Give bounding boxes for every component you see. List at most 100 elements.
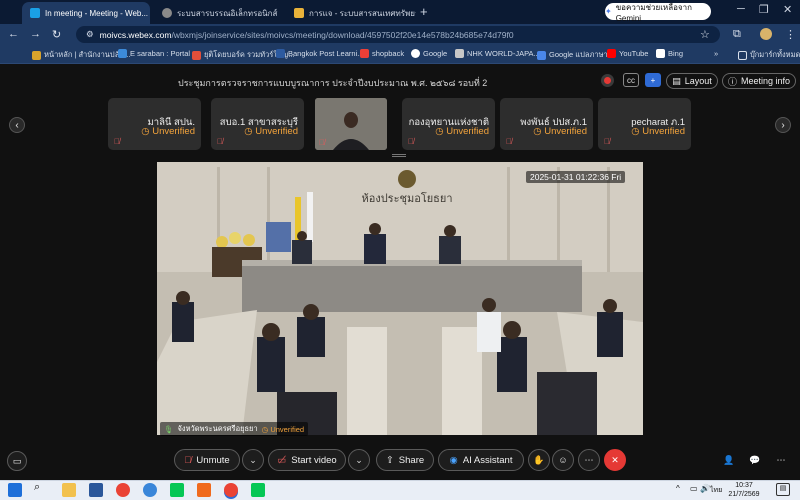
chrome-icon[interactable] — [224, 483, 238, 497]
profile-avatar[interactable] — [760, 28, 772, 40]
participant-tile[interactable]: สบอ.1 สาขาสระบุรี ◷ Unverified 🎙̸ — [211, 98, 304, 150]
muted-mic-icon: 🎙̸ — [319, 138, 325, 147]
video-options-chevron[interactable]: ⌄ — [348, 449, 370, 471]
muted-mic-icon: 🎙̸ — [604, 137, 610, 146]
participant-tile[interactable]: พงพันธ์ ปปส.ภ.1 ◷ Unverified 🎙̸ — [500, 98, 593, 150]
translate-icon — [537, 50, 546, 60]
file-explorer-icon[interactable] — [62, 483, 76, 497]
restore-icon[interactable]: ❐ — [759, 3, 769, 16]
reload-icon[interactable]: ↻ — [52, 28, 61, 41]
network-icon[interactable]: ▭ — [690, 484, 698, 493]
all-bookmarks[interactable]: บุ๊กมาร์กทั้งหมด — [738, 49, 800, 61]
muted-mic-icon: 🎙̸ — [506, 137, 512, 146]
captions-panel-icon[interactable]: ▭ — [7, 451, 27, 471]
minimize-icon[interactable]: ─ — [737, 3, 745, 15]
participant-tile[interactable]: มาลินี สปน. ◷ Unverified 🎙̸ — [108, 98, 201, 150]
bookmark-item[interactable]: shopback — [360, 49, 404, 58]
muted-mic-icon: 🎙̸ — [184, 454, 192, 466]
chrome-icon[interactable] — [116, 483, 130, 497]
bookmark-favicon — [360, 49, 369, 58]
share-button[interactable]: ⇪ Share — [376, 449, 434, 471]
menu-icon[interactable]: ⋮ — [785, 28, 796, 41]
bookmark-overflow-icon[interactable]: » — [714, 49, 718, 58]
window-close-icon[interactable]: ✕ — [783, 3, 792, 16]
unmute-label: Unmute — [196, 454, 230, 466]
more-panels-icon[interactable]: ⋯ — [770, 449, 792, 471]
bookmark-item[interactable]: E saraban : Portal — [118, 49, 190, 58]
url-host: moivcs.webex.com — [99, 29, 172, 40]
address-bar[interactable]: ⚙ moivcs.webex.com/wbxmjs/joinservice/si… — [76, 26, 720, 43]
layout-icon: ▤ — [672, 75, 681, 86]
bookmark-favicon — [656, 49, 665, 58]
forward-icon[interactable]: → — [30, 28, 41, 40]
chevron-down-icon: ⌄ — [355, 454, 363, 465]
back-icon[interactable]: ← — [8, 28, 19, 40]
tab-saraban[interactable]: ระบบสารบรรณอิเล็กทรอนิกส์ ✕ — [154, 2, 282, 24]
bookmark-item[interactable]: Google — [411, 49, 447, 58]
folder-icon — [738, 50, 747, 60]
word-icon[interactable] — [89, 483, 103, 497]
layout-button[interactable]: ▤ Layout — [666, 73, 718, 89]
bookmark-item[interactable]: YouTube — [607, 49, 648, 58]
language-indicator[interactable]: ไทย — [710, 485, 722, 496]
start-video-button[interactable]: ▭̸ Start video — [268, 449, 346, 471]
leave-meeting-button[interactable]: ✕ — [604, 449, 626, 471]
line-icon[interactable] — [170, 483, 184, 497]
start-icon[interactable] — [8, 483, 22, 497]
clock-date: 21/7/2569 — [728, 491, 760, 498]
participant-video-tile[interactable]: 🎙̸ — [315, 98, 387, 150]
previous-participants-button[interactable]: ‹ — [9, 117, 25, 133]
start-video-label: Start video — [291, 454, 337, 466]
add-participant-icon[interactable]: + — [645, 73, 661, 87]
bookmark-item[interactable]: Bing — [656, 49, 683, 58]
participant-status: ◷ Unverified — [631, 126, 685, 137]
app-icon[interactable] — [143, 483, 157, 497]
bookmark-item[interactable]: Google แปลภาษา — [537, 49, 608, 61]
gemini-button[interactable]: ✦ ขอความช่วยเหลือจาก Gemini — [605, 2, 711, 23]
raise-hand-button[interactable]: ✋ — [528, 449, 550, 471]
bookmark-item[interactable]: Bangkok Post Learni... — [276, 49, 363, 58]
share-label: Share — [398, 454, 425, 466]
clock[interactable]: 10:37 21/7/2569 — [726, 481, 762, 499]
participant-video — [315, 98, 387, 150]
extensions-icon[interactable]: ⧉ — [733, 28, 741, 41]
tab-webex-meeting[interactable]: In meeting - Meeting - Web... ✕ — [22, 2, 150, 24]
site-info-icon[interactable]: ⚙ — [86, 29, 94, 40]
tab-resources[interactable]: การแจ - ระบบสารสนเทศทรัพยากรบุ ✕ — [286, 2, 416, 24]
audio-options-chevron[interactable]: ⌄ — [242, 449, 264, 471]
line-icon[interactable] — [251, 483, 265, 497]
unmute-button[interactable]: 🎙̸ Unmute — [174, 449, 240, 471]
youtube-icon — [607, 49, 616, 58]
chevron-right-icon: › — [781, 119, 785, 131]
search-icon[interactable]: ⌕ — [34, 481, 48, 495]
more-options-button[interactable]: ⋯ — [578, 449, 600, 471]
notifications-icon[interactable]: ▤ — [776, 483, 790, 496]
new-tab-button[interactable]: + — [420, 4, 428, 19]
participant-status: ◷ Unverified — [533, 126, 587, 137]
hand-icon: ✋ — [533, 454, 545, 465]
ai-assistant-button[interactable]: ◉ AI Assistant — [438, 449, 524, 471]
app-icon[interactable] — [197, 483, 211, 497]
tray-chevron-icon[interactable]: ^ — [676, 484, 680, 493]
bookmark-favicon — [276, 49, 285, 58]
bookmark-item[interactable]: หน้าหลัก | สำนักงานปลัด... — [32, 49, 130, 61]
chevron-down-icon: ⌄ — [249, 454, 257, 465]
participants-panel-icon[interactable]: 👤 — [718, 449, 740, 471]
recording-icon[interactable] — [601, 74, 614, 87]
ai-assistant-label: AI Assistant — [462, 454, 513, 466]
reactions-button[interactable]: ☺ — [552, 449, 574, 471]
clock-time: 10:37 — [735, 482, 753, 489]
volume-icon[interactable]: 🔊 — [700, 484, 710, 493]
chat-panel-icon[interactable]: 💬 — [744, 449, 766, 471]
gemini-label: ขอความช่วยเหลือจาก Gemini — [615, 2, 692, 23]
closed-caption-icon[interactable]: cc — [623, 73, 639, 87]
participant-tile[interactable]: pecharat ภ.1 ◷ Unverified 🎙̸ — [598, 98, 691, 150]
next-participants-button[interactable]: › — [775, 117, 791, 133]
participant-status: ◷ Unverified — [435, 126, 489, 137]
main-video-stage[interactable]: ห้องประชุมอโยธยา — [157, 162, 643, 435]
filmstrip-resize-handle[interactable] — [392, 154, 406, 157]
participant-tile[interactable]: กองอุทยานแห่งชาติ ◷ Unverified 🎙̸ — [402, 98, 495, 150]
bookmark-star-icon[interactable]: ☆ — [700, 28, 710, 41]
bookmark-item[interactable]: NHK WORLD-JAPA... — [455, 49, 540, 58]
meeting-info-button[interactable]: ⓘ Meeting info — [722, 73, 796, 89]
